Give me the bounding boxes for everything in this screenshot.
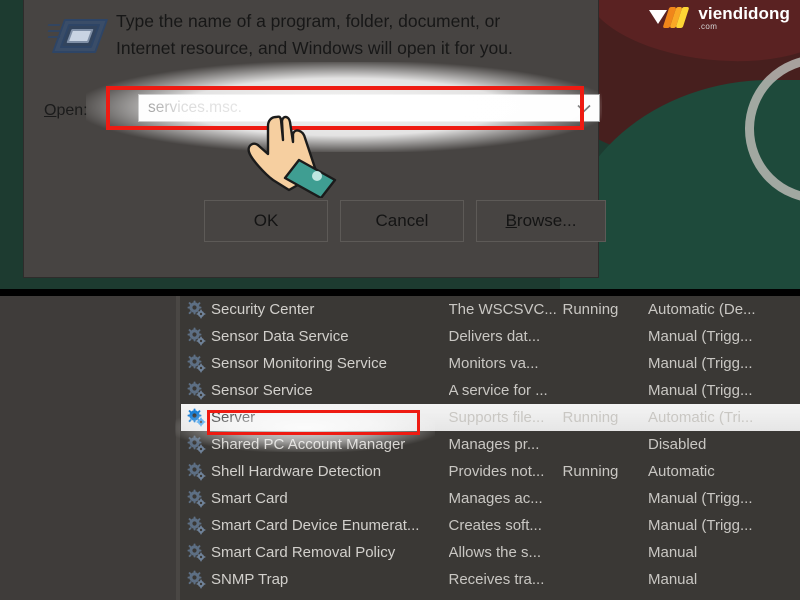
browse-button[interactable]: Browse... [476,200,606,242]
service-description: Manages ac... [448,490,543,507]
service-description: Provides not... [448,463,545,480]
service-row[interactable]: Shell Hardware Detection Provides not... R… [181,458,800,485]
run-icon-line-3 [47,36,61,38]
service-name: Server [211,409,256,426]
browse-button-label: Browse... [506,211,577,231]
service-gear-icon [187,543,206,562]
service-name: Shell Hardware Detection [211,463,382,480]
service-gear-icon [187,408,206,427]
ok-button-label: OK [253,211,279,230]
service-name: Smart Card [211,490,288,507]
open-field-label: Open: [44,102,88,120]
cancel-button[interactable]: Cancel [340,200,464,242]
services-splitter[interactable] [176,296,180,600]
panel-divider [0,289,800,296]
service-row-selected[interactable]: Server Supports file... Running Automatic (… [181,404,800,431]
cancel-button-label: Cancel [375,211,429,230]
service-name: Security Center [211,301,315,318]
service-gear-icon [187,327,206,346]
service-gear-icon [187,462,206,481]
screenshot-root: viendidong .com Type the name of a progr… [0,0,800,600]
service-gear-icon [187,354,206,373]
service-startup-type: Disabled [648,436,707,453]
services-list[interactable]: Security Center The WSCSVC... Running Autom… [181,296,800,600]
service-description: Monitors va... [448,355,539,372]
service-description: Receives tra... [448,571,545,588]
service-startup-type: Manual (Trigg... [648,517,753,534]
service-gear-icon [187,570,206,589]
service-row[interactable]: Sensor Monitoring Service Monitors va... M… [181,350,800,377]
service-row[interactable]: SNMP Trap Receives tra... Manual [181,566,800,593]
logo-brand-name: viendidong [698,4,790,23]
service-startup-type: Manual (Trigg... [648,382,753,399]
service-description: Supports file... [448,409,545,426]
background-left-strip [0,0,24,289]
open-label-accelerator: O [44,102,57,119]
service-name: Smart Card Device Enumerat... [211,517,420,534]
service-gear-icon [187,516,206,535]
service-gear-icon [187,435,206,454]
run-window-icon [44,13,109,57]
service-name: Sensor Data Service [211,328,349,345]
logo-mark-icon [649,6,691,30]
service-startup-type: Automatic (Tri... [648,409,754,426]
service-description: Allows the s... [448,544,542,561]
service-startup-type: Automatic (De... [648,301,756,318]
service-startup-type: Manual [648,544,698,561]
service-name: Sensor Service [211,382,313,399]
service-description: The WSCSVC... [448,301,557,318]
service-row[interactable]: Smart Card Device Enumerat... Creates sof… [181,512,800,539]
service-name: Sensor Monitoring Service [211,355,387,372]
browse-accelerator: B [505,211,517,230]
open-label-text: pen: [56,102,88,119]
desktop-background-panel: viendidong .com Type the name of a progr… [0,0,800,289]
service-description: Creates soft... [448,517,542,534]
run-icon-line-2 [47,30,61,32]
service-status: Running [562,409,619,426]
run-prompt-line-2: Internet resource, and Windows will open… [116,38,513,58]
service-description: A service for ... [448,382,548,399]
run-dialog-prompt: Type the name of a program, folder, docu… [116,8,576,62]
services-left-pane [0,296,177,600]
service-gear-icon [187,300,206,319]
service-row[interactable]: Security Center The WSCSVC... Running Autom… [181,296,800,323]
logo-wordmark: viendidong .com [698,5,790,31]
service-startup-type: Manual [648,571,698,588]
service-startup-type: Manual (Trigg... [648,328,753,345]
ok-button[interactable]: OK [204,200,328,242]
run-prompt-line-1: Type the name of a program, folder, docu… [116,11,501,31]
service-row[interactable]: Shared PC Account Manager Manages pr... Di… [181,431,800,458]
service-name: SNMP Trap [211,571,289,588]
service-gear-icon [187,381,206,400]
service-row[interactable]: Smart Card Removal Policy Allows the s...… [181,539,800,566]
service-name: Shared PC Account Manager [211,436,406,453]
service-name: Smart Card Removal Policy [211,544,396,561]
service-description: Delivers dat... [448,328,541,345]
service-startup-type: Manual (Trigg... [648,490,753,507]
service-status: Running [562,301,619,318]
logo-tld: .com [698,22,718,31]
service-row[interactable]: Sensor Data Service Delivers dat... Manual… [181,323,800,350]
run-icon-line-1 [47,24,61,26]
services-window: Security Center The WSCSVC... Running Autom… [0,296,800,600]
service-description: Manages pr... [448,436,540,453]
service-status: Running [562,463,619,480]
service-startup-type: Manual (Trigg... [648,355,753,372]
service-row[interactable]: Smart Card Manages ac... Manual (Trigg... [181,485,800,512]
browse-label-rest: rowse... [516,211,577,230]
service-startup-type: Automatic [648,463,715,480]
service-row[interactable]: Sensor Service A service for ... Manual (T… [181,377,800,404]
service-gear-icon [187,489,206,508]
pointing-hand-cursor [243,112,347,200]
viendidong-watermark-logo: viendidong .com [649,5,790,31]
